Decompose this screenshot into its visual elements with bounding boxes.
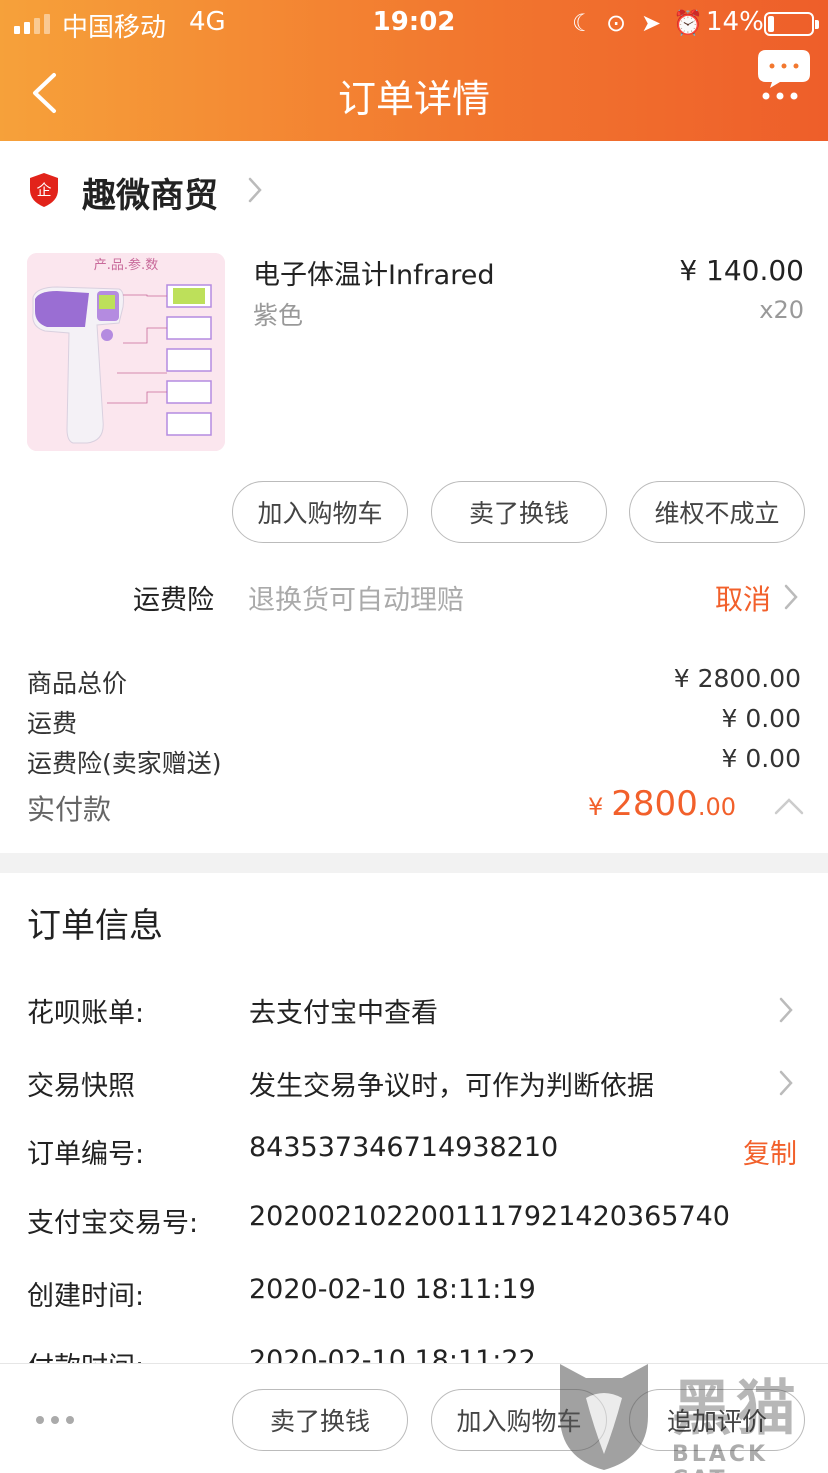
created-time: 2020-02-10 18:11:19: [249, 1274, 536, 1305]
moon-icon: ☾: [572, 9, 594, 37]
rotation-lock-icon: ⊙: [606, 9, 627, 37]
insurance-cancel-link[interactable]: 取消: [715, 578, 771, 618]
paid-label: 实付款: [27, 793, 112, 826]
svg-text:企: 企: [36, 181, 51, 199]
created-time-row: 创建时间: 2020-02-10 18:11:19: [0, 1266, 828, 1316]
info-label: 支付宝交易号:: [27, 1208, 199, 1239]
shipping-insurance-row[interactable]: 运费险 退换货可自动理赔 取消: [0, 568, 828, 622]
alarm-icon: ⏰: [673, 9, 703, 37]
summary-line: 商品总价 ¥ 2800.00: [0, 664, 828, 702]
watermark-text: 黑猫: [672, 1374, 800, 1444]
chevron-right-icon: [779, 997, 793, 1023]
info-label: 创建时间:: [27, 1281, 145, 1312]
product-price: ¥ 140.00: [679, 254, 804, 287]
info-value: 去支付宝中查看: [249, 998, 438, 1029]
shop-row[interactable]: 企 趣微商贸: [0, 160, 828, 224]
info-label: 花呗账单:: [27, 998, 145, 1029]
location-icon: ➤: [641, 9, 662, 37]
info-label: 订单编号:: [27, 1139, 145, 1170]
summary-line: 运费 ¥ 0.00: [0, 704, 828, 742]
add-to-cart-button[interactable]: 加入购物车: [431, 1389, 607, 1451]
paid-total-row[interactable]: 实付款 ¥2800.00: [0, 784, 828, 834]
watermark-text-en: BLACK CAT: [672, 1442, 769, 1473]
summary-label: 运费险(卖家赠送): [27, 749, 222, 778]
chevron-right-icon: [784, 584, 798, 610]
info-value: 发生交易争议时，可作为判断依据: [249, 1071, 654, 1102]
alipay-trade-number: 2020021022001117921420365740: [249, 1201, 730, 1232]
insurance-desc: 退换货可自动理赔: [248, 585, 464, 616]
snapshot-row[interactable]: 交易快照 发生交易争议时，可作为判断依据: [0, 1056, 828, 1106]
add-to-cart-button[interactable]: 加入购物车: [232, 481, 408, 543]
chevron-right-icon: [248, 177, 262, 203]
product-quantity: x20: [759, 296, 804, 324]
status-bar: 中国移动 4G 19:02 ☾ ⊙ ➤ ⏰ 14%: [0, 0, 828, 46]
summary-value: ¥ 0.00: [721, 744, 801, 773]
battery-icon: [764, 12, 819, 36]
summary-value: ¥ 0.00: [721, 704, 801, 733]
insurance-label: 运费险: [133, 585, 214, 616]
page-title: 订单详情: [337, 77, 490, 121]
chevron-up-icon[interactable]: [774, 796, 804, 816]
resell-button[interactable]: 卖了换钱: [431, 481, 607, 543]
shop-name: 趣微商贸: [82, 176, 218, 216]
copy-button[interactable]: 复制: [743, 1132, 797, 1171]
product-name[interactable]: 电子体温计Infrared: [253, 253, 494, 292]
chevron-right-icon: [779, 1070, 793, 1096]
product-image[interactable]: 产.品.参.数: [27, 253, 225, 451]
summary-value: ¥ 2800.00: [673, 664, 801, 693]
resell-button[interactable]: 卖了换钱: [232, 1389, 408, 1451]
summary-label: 运费: [27, 709, 78, 738]
product-spec: 紫色: [253, 301, 304, 330]
summary-label: 商品总价: [27, 669, 128, 698]
enterprise-shield-icon: 企: [30, 173, 58, 207]
summary-line: 运费险(卖家赠送) ¥ 0.00: [0, 744, 828, 782]
order-number-row: 订单编号: 843537346714938210 复制: [0, 1124, 828, 1174]
battery-percent: 14%: [706, 7, 764, 37]
paid-amount: ¥2800.00: [588, 784, 736, 824]
svg-text:产.品.参.数: 产.品.参.数: [94, 257, 158, 273]
dispute-status-button[interactable]: 维权不成立: [629, 481, 805, 543]
section-divider: [0, 853, 828, 873]
status-time: 19:02: [372, 7, 456, 37]
huabei-bill-row[interactable]: 花呗账单: 去支付宝中查看: [0, 983, 828, 1033]
alipay-trade-row: 支付宝交易号: 2020021022001117921420365740: [0, 1193, 828, 1243]
header-bar: 中国移动 4G 19:02 ☾ ⊙ ➤ ⏰ 14% 订单详情: [0, 0, 828, 141]
more-dots-icon[interactable]: [36, 1416, 74, 1424]
more-bubble-icon[interactable]: [756, 46, 812, 104]
thermometer-image: 产.品.参.数: [27, 253, 225, 451]
order-number: 843537346714938210: [249, 1132, 559, 1163]
info-label: 交易快照: [27, 1071, 135, 1102]
order-info-title: 订单信息: [27, 906, 163, 946]
